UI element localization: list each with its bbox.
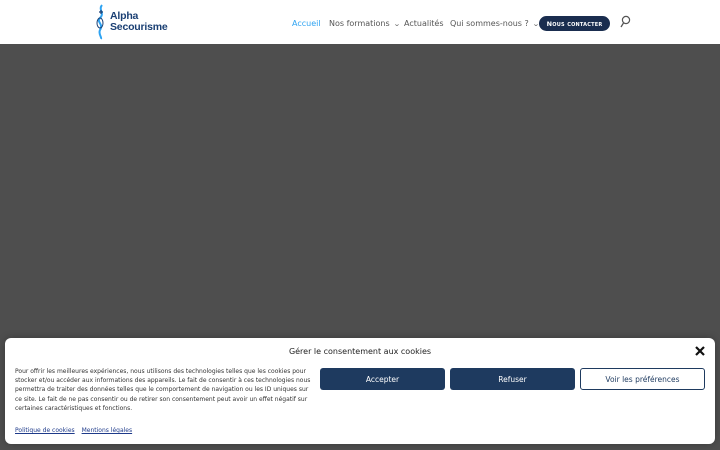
site-logo[interactable]: Alpha Secourisme <box>94 4 168 40</box>
nav-item-actualites[interactable]: Actualités <box>404 19 444 28</box>
nav-item-qui-sommes-nous[interactable]: Qui sommes-nous ? ⌄ <box>450 19 540 28</box>
accept-button[interactable]: Accepter <box>320 368 445 390</box>
cookie-policy-link[interactable]: Politique de cookies <box>15 427 75 434</box>
site-header: Alpha Secourisme Accueil Nos formations … <box>0 0 720 44</box>
nav-item-label: Nos formations <box>329 19 390 28</box>
refuse-button[interactable]: Refuser <box>450 368 575 390</box>
close-icon[interactable] <box>694 345 706 357</box>
nav-item-label: Actualités <box>404 19 444 28</box>
cookie-links: Politique de cookies Mentions légales <box>15 427 137 434</box>
nav-item-label: Accueil <box>292 19 321 28</box>
cookie-title: Gérer le consentement aux cookies <box>288 347 432 356</box>
logo-line2: Secourisme <box>110 21 168 33</box>
nav-item-label: Qui sommes-nous ? <box>450 19 529 28</box>
logo-icon <box>96 4 104 40</box>
chevron-down-icon: ⌄ <box>392 19 401 28</box>
contact-button[interactable]: Nous contacter <box>539 16 610 31</box>
legal-notice-link[interactable]: Mentions légales <box>82 427 133 434</box>
cookie-description: Pour offrir les meilleures expériences, … <box>15 368 311 412</box>
cookie-consent-banner: Gérer le consentement aux cookies Pour o… <box>5 338 715 444</box>
preferences-button[interactable]: Voir les préférences <box>580 368 705 390</box>
nav-item-accueil[interactable]: Accueil <box>292 19 321 28</box>
nav-item-formations[interactable]: Nos formations ⌄ <box>329 19 400 28</box>
search-icon[interactable] <box>620 15 632 29</box>
